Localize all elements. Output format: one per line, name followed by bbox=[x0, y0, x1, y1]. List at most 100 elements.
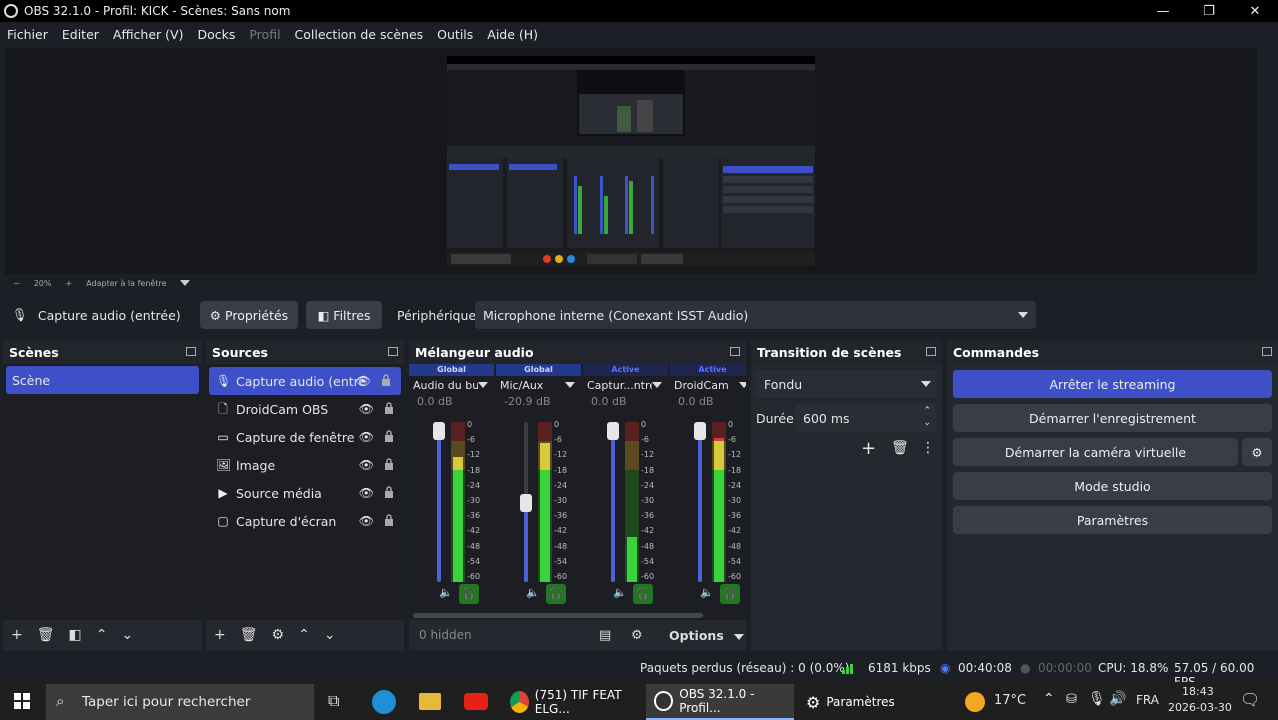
transition-select[interactable]: Fondu bbox=[756, 370, 937, 398]
headphones-icon[interactable]: 🎧 bbox=[459, 584, 479, 604]
lock-icon[interactable] bbox=[381, 374, 391, 386]
zoom-in-button[interactable]: + bbox=[65, 279, 72, 288]
add-icon[interactable]: + bbox=[214, 627, 226, 643]
arrow-up-icon[interactable]: ⌃ bbox=[96, 627, 108, 643]
undock-icon[interactable] bbox=[730, 347, 740, 356]
lock-icon[interactable] bbox=[384, 514, 394, 526]
taskbar-app-obs[interactable]: OBS 32.1.0 - Profil... bbox=[646, 684, 794, 720]
arrow-down-icon[interactable]: ⌄ bbox=[324, 627, 336, 643]
speaker-icon[interactable]: 🔈 bbox=[439, 586, 453, 599]
menu-collection-scenes[interactable]: Collection de scènes bbox=[295, 27, 424, 42]
taskbar-search[interactable]: ⌕ Taper ici pour rechercher bbox=[46, 684, 314, 720]
volume-slider[interactable] bbox=[694, 422, 706, 582]
mixer-scrollbar[interactable] bbox=[413, 613, 703, 618]
restore-icon[interactable]: ❐ bbox=[1186, 0, 1232, 22]
menu-editer[interactable]: Editer bbox=[62, 27, 99, 42]
volume-slider-handle[interactable] bbox=[520, 494, 532, 512]
source-item[interactable]: ▢ Capture d'écran 👁 bbox=[206, 507, 404, 535]
clock-time[interactable]: 18:43 bbox=[1182, 685, 1214, 698]
layout-icon[interactable]: ▤ bbox=[599, 628, 611, 643]
windows-start-icon[interactable] bbox=[14, 693, 30, 709]
eye-icon[interactable]: 👁 bbox=[359, 430, 374, 444]
spinner-icon[interactable]: ⌃ ⌄ bbox=[923, 405, 931, 429]
lock-icon[interactable] bbox=[384, 430, 394, 442]
eye-icon[interactable]: 👁 bbox=[359, 402, 374, 416]
scene-item[interactable]: Scène bbox=[6, 366, 199, 394]
channel-name-dropdown[interactable]: DroidCam bbox=[670, 376, 746, 394]
add-icon[interactable]: + bbox=[11, 627, 23, 643]
undock-icon[interactable] bbox=[186, 347, 196, 356]
speaker-icon[interactable]: 🔈 bbox=[613, 586, 627, 599]
source-item[interactable]: ▶ Source média 👁 bbox=[206, 479, 404, 507]
zoom-fit-label[interactable]: Adapter à la fenêtre bbox=[86, 279, 166, 288]
channel-name-dropdown[interactable]: Audio du bureau bbox=[409, 376, 494, 394]
taskbar-app-chrome[interactable]: (751) TIF FEAT ELG... bbox=[502, 684, 642, 720]
settings-icon[interactable]: ⚙ bbox=[631, 628, 643, 643]
lock-icon[interactable] bbox=[384, 458, 394, 470]
source-item[interactable]: 🗋 DroidCam OBS 👁 bbox=[206, 395, 404, 423]
options-button[interactable]: Options bbox=[669, 628, 745, 643]
network-icon[interactable]: ⛁ bbox=[1066, 692, 1077, 707]
add-icon[interactable]: + bbox=[861, 438, 876, 459]
filters-button[interactable]: ◧ Filtres bbox=[306, 301, 382, 329]
zoom-dropdown-icon[interactable] bbox=[180, 280, 191, 286]
channel-name-dropdown[interactable]: Captur...ntrée) bbox=[583, 376, 668, 394]
lock-icon[interactable] bbox=[384, 402, 394, 414]
minimize-icon[interactable]: — bbox=[1140, 0, 1186, 22]
channel-name-dropdown[interactable]: Mic/Aux bbox=[496, 376, 581, 394]
duration-input[interactable]: 600 ms ⌃ ⌄ bbox=[795, 404, 937, 432]
menu-docks[interactable]: Docks bbox=[197, 27, 235, 42]
speaker-icon[interactable]: 🔊 bbox=[1109, 691, 1126, 707]
settings-button[interactable]: Paramètres bbox=[953, 506, 1272, 534]
headphones-icon[interactable]: 🎧 bbox=[546, 584, 566, 604]
trash-icon[interactable]: 🗑 bbox=[240, 627, 258, 643]
youtube-icon[interactable] bbox=[464, 693, 488, 710]
start-recording-button[interactable]: Démarrer l'enregistrement bbox=[953, 404, 1272, 432]
eye-icon[interactable]: 👁 bbox=[359, 458, 374, 472]
lock-icon[interactable] bbox=[384, 486, 394, 498]
menu-aide[interactable]: Aide (H) bbox=[487, 27, 538, 42]
properties-button[interactable]: ⚙ Propriétés bbox=[200, 301, 298, 329]
gear-icon[interactable]: ⚙ bbox=[272, 627, 285, 643]
eye-icon[interactable]: 👁 bbox=[356, 374, 371, 388]
arrow-down-icon[interactable]: ⌄ bbox=[121, 627, 133, 643]
trash-icon[interactable]: 🗑 bbox=[891, 440, 909, 456]
arrow-up-icon[interactable]: ⌃ bbox=[298, 627, 310, 643]
virtual-camera-settings-button[interactable]: ⚙ bbox=[1242, 438, 1272, 466]
volume-slider[interactable] bbox=[433, 422, 445, 582]
more-icon[interactable]: ⋮ bbox=[921, 440, 935, 456]
undock-icon[interactable] bbox=[388, 347, 398, 356]
device-select[interactable]: Microphone interne (Conexant ISST Audio) bbox=[475, 301, 1036, 329]
start-virtual-camera-button[interactable]: Démarrer la caméra virtuelle bbox=[953, 438, 1238, 466]
volume-slider[interactable] bbox=[520, 422, 532, 582]
speaker-icon[interactable]: 🔈 bbox=[700, 586, 714, 599]
menu-fichier[interactable]: Fichier bbox=[7, 27, 48, 42]
close-icon[interactable]: ✕ bbox=[1232, 0, 1278, 22]
weather-temp[interactable]: 17°C bbox=[994, 693, 1026, 708]
language-indicator[interactable]: FRA bbox=[1136, 693, 1159, 707]
menu-afficher[interactable]: Afficher (V) bbox=[113, 27, 184, 42]
undock-icon[interactable] bbox=[1262, 347, 1272, 356]
task-view-icon[interactable]: ⧉ bbox=[328, 691, 339, 711]
stop-streaming-button[interactable]: Arrêter le streaming bbox=[953, 370, 1272, 398]
source-item[interactable]: ▭ Capture de fenêtre 👁 bbox=[206, 423, 404, 451]
eye-icon[interactable]: 👁 bbox=[359, 486, 374, 500]
zoom-out-button[interactable]: − bbox=[13, 279, 20, 288]
source-item[interactable]: 🖼 Image 👁 bbox=[206, 451, 404, 479]
notification-icon[interactable]: 🗨 bbox=[1240, 690, 1260, 709]
source-item[interactable]: 🎙 Capture audio (entré 👁 bbox=[209, 367, 401, 395]
headphones-icon[interactable]: 🎧 bbox=[633, 584, 653, 604]
undock-icon[interactable] bbox=[926, 347, 936, 356]
speaker-icon[interactable]: 🔈 bbox=[526, 586, 540, 599]
menu-profil[interactable]: Profil bbox=[249, 27, 280, 42]
studio-mode-button[interactable]: Mode studio bbox=[953, 472, 1272, 500]
chevron-up-icon[interactable]: ⌃ bbox=[1043, 691, 1055, 707]
headphones-icon[interactable]: 🎧 bbox=[720, 584, 740, 604]
clock-date[interactable]: 2026-03-30 bbox=[1168, 701, 1232, 714]
microphone-icon[interactable]: 🎙 bbox=[1088, 691, 1106, 707]
preview-canvas[interactable] bbox=[447, 56, 815, 266]
volume-slider-handle[interactable] bbox=[694, 422, 706, 440]
trash-icon[interactable]: 🗑 bbox=[37, 627, 55, 643]
volume-slider-handle[interactable] bbox=[607, 422, 619, 440]
weather-icon[interactable] bbox=[965, 692, 985, 712]
